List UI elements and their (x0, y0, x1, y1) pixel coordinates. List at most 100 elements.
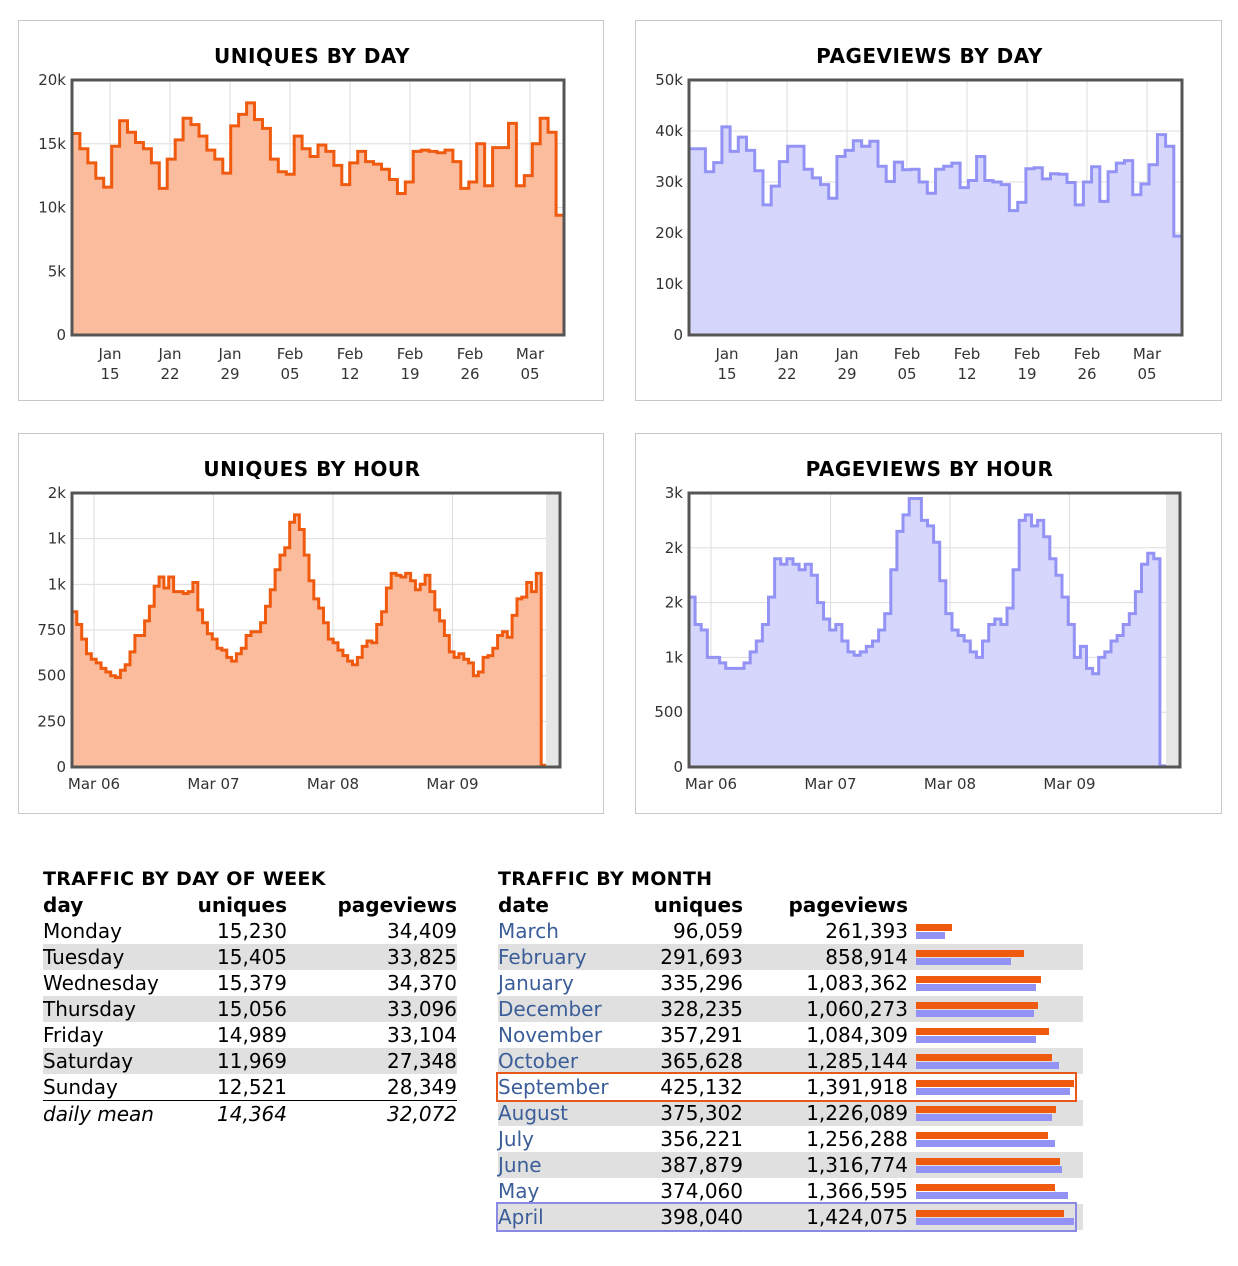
x-tick-label: Mar 09 (1043, 775, 1095, 793)
x-tick-label: Mar 06 (685, 775, 737, 793)
month-link[interactable]: January (498, 971, 574, 995)
y-tick-label: 500 (654, 703, 683, 721)
month-date-cell: June (498, 1152, 628, 1178)
x-tick-label: Feb (397, 345, 424, 363)
series-area (689, 498, 1166, 767)
uniques-by-day-svg: UNIQUES BY DAY 0 5k 10k 15k 20k Jan 15 Jan 22 Jan 2… (38, 44, 566, 383)
month-date-cell: September (498, 1074, 628, 1100)
dow-row: Tuesday 15,405 33,825 (43, 944, 457, 970)
month-link[interactable]: November (498, 1023, 602, 1047)
month-bars-cell (908, 1022, 1083, 1048)
month-uniques-cell: 365,628 (628, 1048, 743, 1074)
x-tick-label: 05 (280, 365, 299, 383)
month-bars-cell (908, 1126, 1083, 1152)
month-link[interactable]: August (498, 1101, 568, 1125)
month-link[interactable]: October (498, 1049, 578, 1073)
month-header-row: date uniques pageviews (498, 892, 1083, 918)
month-pageviews-cell: 1,366,595 (806, 1179, 908, 1203)
y-tick-label: 2k (48, 484, 67, 502)
x-tick-label: 26 (1077, 365, 1096, 383)
month-date-cell: November (498, 1022, 628, 1048)
x-tick-label: Mar 07 (187, 775, 239, 793)
y-tick-label: 10k (38, 199, 66, 217)
month-link[interactable]: December (498, 997, 602, 1021)
x-tick-label: 12 (340, 365, 359, 383)
pageviews-bar (916, 1218, 1074, 1225)
month-row: February 291,693 858,914 (498, 944, 1083, 970)
dow-header-row: day uniques pageviews (43, 892, 457, 918)
month-row: December 328,235 1,060,273 (498, 996, 1083, 1022)
month-bars-cell (908, 1100, 1083, 1126)
pageviews-bar (916, 1166, 1063, 1173)
month-table-title: TRAFFIC BY MONTH (498, 868, 713, 890)
month-uniques-cell: 356,221 (660, 1127, 743, 1151)
month-link[interactable]: February (498, 945, 587, 969)
dow-col-pageviews: pageviews (337, 893, 457, 917)
month-row: July 356,221 1,256,288 (498, 1126, 1083, 1152)
x-tick-label: Jan (714, 345, 738, 363)
month-bars-cell (908, 1152, 1083, 1178)
dow-uniques-cell: 15,379 (217, 971, 287, 995)
y-tick-label: 5k (48, 262, 67, 280)
uniques-bar (916, 1132, 1049, 1139)
month-link[interactable]: September (498, 1075, 609, 1099)
month-link[interactable]: June (498, 1153, 542, 1177)
month-pageviews-cell: 1,083,362 (806, 971, 908, 995)
uniques-bar (916, 1002, 1038, 1009)
month-col-uniques: uniques (653, 893, 743, 917)
dow-day-cell: Tuesday (43, 944, 193, 970)
dow-col-uniques: uniques (197, 893, 287, 917)
dow-uniques-cell: 11,969 (193, 1048, 287, 1074)
dow-pageviews-cell: 28,349 (387, 1075, 457, 1099)
dow-row: Saturday 11,969 27,348 (43, 1048, 457, 1074)
month-uniques-cell: 96,059 (673, 919, 743, 943)
uniques-bar (916, 1184, 1055, 1191)
month-date-cell: October (498, 1048, 628, 1074)
month-row: March 96,059 261,393 (498, 918, 1083, 944)
y-tick-label: 2k (665, 594, 684, 612)
dow-mean-uniques: 14,364 (193, 1100, 287, 1127)
uniques-bar (916, 976, 1041, 983)
dow-pageviews-cell: 27,348 (287, 1048, 457, 1074)
uniques-by-hour-svg: UNIQUES BY HOUR 0 250 500 750 1k 1k 2k Mar 06 Mar… (37, 457, 562, 793)
month-link[interactable]: April (498, 1205, 544, 1229)
month-uniques-cell: 328,235 (628, 996, 743, 1022)
y-tick-label: 0 (56, 758, 66, 776)
chart-title: UNIQUES BY HOUR (203, 457, 420, 481)
month-col-bars (908, 892, 1083, 918)
dow-day-cell: Sunday (43, 1075, 118, 1099)
pageviews-bar (916, 1062, 1059, 1069)
y-tick-label: 750 (37, 621, 66, 639)
month-link[interactable]: May (498, 1179, 539, 1203)
month-bars-cell (908, 944, 1083, 970)
uniques-bar (916, 1106, 1056, 1113)
month-row: January 335,296 1,083,362 (498, 970, 1083, 996)
y-tick-label: 0 (673, 758, 683, 776)
month-row: April 398,040 1,424,075 (498, 1204, 1083, 1230)
x-tick-label: Mar (516, 345, 545, 363)
pageviews-bar (916, 1036, 1037, 1043)
uniques-bar (916, 1080, 1074, 1087)
month-uniques-cell: 398,040 (628, 1204, 743, 1230)
dow-row: Friday 14,989 33,104 (43, 1022, 457, 1048)
x-tick-label: 26 (460, 365, 479, 383)
month-row: November 357,291 1,084,309 (498, 1022, 1083, 1048)
month-row: September 425,132 1,391,918 (498, 1074, 1083, 1100)
month-uniques-cell: 387,879 (628, 1152, 743, 1178)
pageviews-by-day-chart: PAGEVIEWS BY DAY 0 10k 20k 30k 40k 50k Jan 15 Jan… (635, 20, 1222, 401)
x-tick-label: Jan (834, 345, 858, 363)
month-date-cell: July (498, 1126, 628, 1152)
x-tick-label: 19 (400, 365, 419, 383)
y-tick-label: 0 (673, 326, 683, 344)
month-link[interactable]: March (498, 919, 559, 943)
month-pageviews-cell: 1,256,288 (806, 1127, 908, 1151)
dow-row: Wednesday 15,379 34,370 (43, 970, 457, 996)
dow-pageviews-cell: 34,409 (387, 919, 457, 943)
month-link[interactable]: July (498, 1127, 534, 1151)
uniques-by-hour-chart: UNIQUES BY HOUR 0 250 500 750 1k 1k 2k Mar 06 Mar… (18, 433, 604, 814)
month-table: date uniques pageviews March 96,059 261,39… (498, 892, 1083, 1230)
month-pageviews-cell: 858,914 (743, 944, 908, 970)
dow-uniques-cell: 15,056 (193, 996, 287, 1022)
y-tick-label: 50k (655, 71, 683, 89)
y-tick-label: 500 (37, 667, 66, 685)
